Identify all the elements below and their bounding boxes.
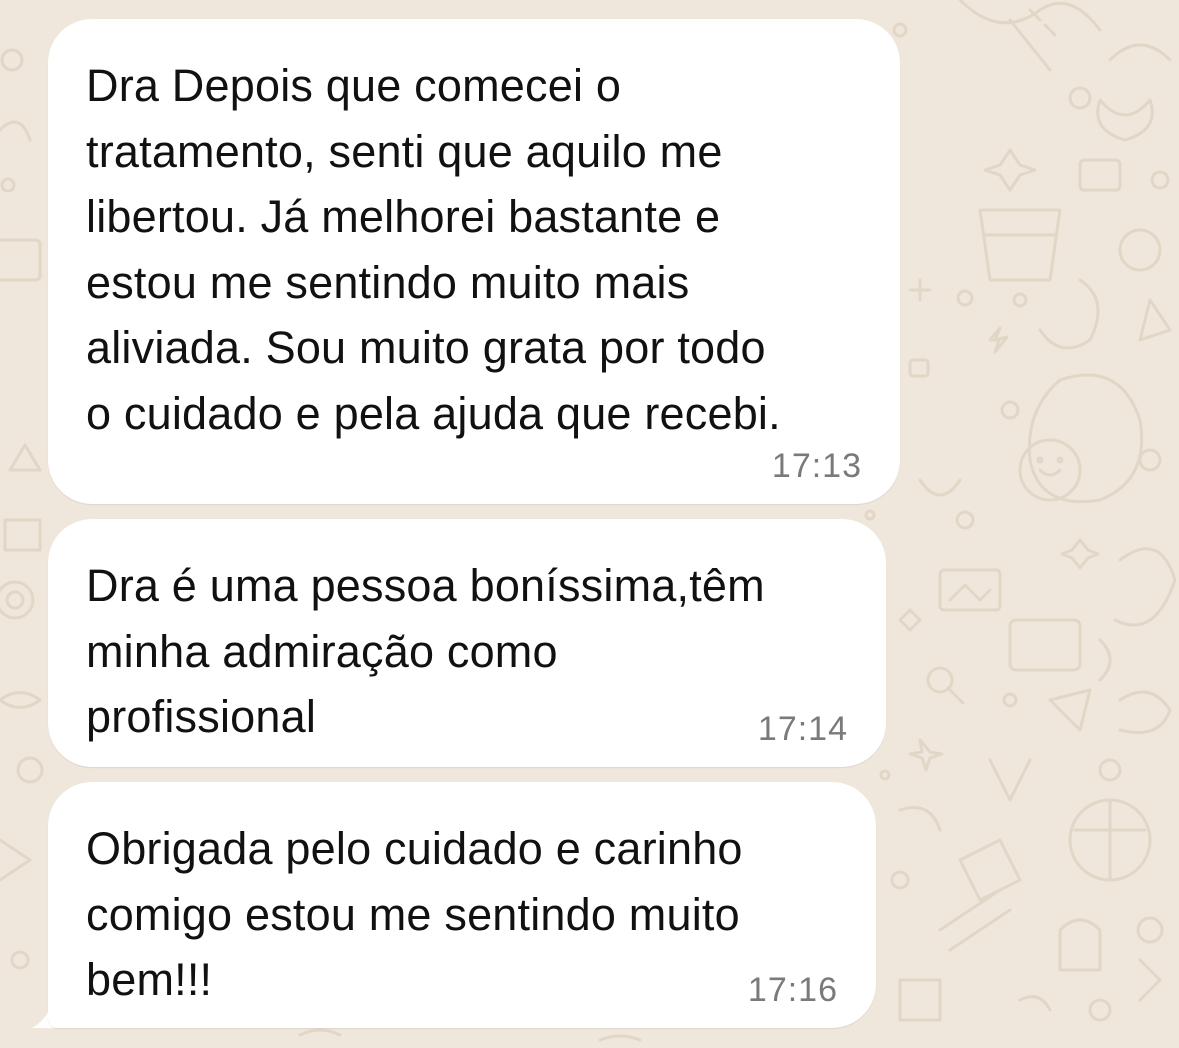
message-bubble[interactable]: Dra Depois que comecei o tratamento, sen… [48,19,900,504]
message-time: 17:13 [771,447,862,485]
message-text: Obrigada pelo cuidado e carinho comigo e… [86,823,743,1005]
message-bubble[interactable]: Obrigada pelo cuidado e carinho comigo e… [48,782,876,1028]
message-text: Dra é uma pessoa boníssima,têm minha adm… [86,560,765,742]
chat-thread[interactable]: Dra Depois que comecei o tratamento, sen… [0,0,1179,1048]
message-time: 17:14 [757,710,848,748]
message-bubble[interactable]: Dra é uma pessoa boníssima,têm minha adm… [48,519,886,767]
message-text: Dra Depois que comecei o tratamento, sen… [86,60,781,439]
message-time: 17:16 [747,971,838,1009]
